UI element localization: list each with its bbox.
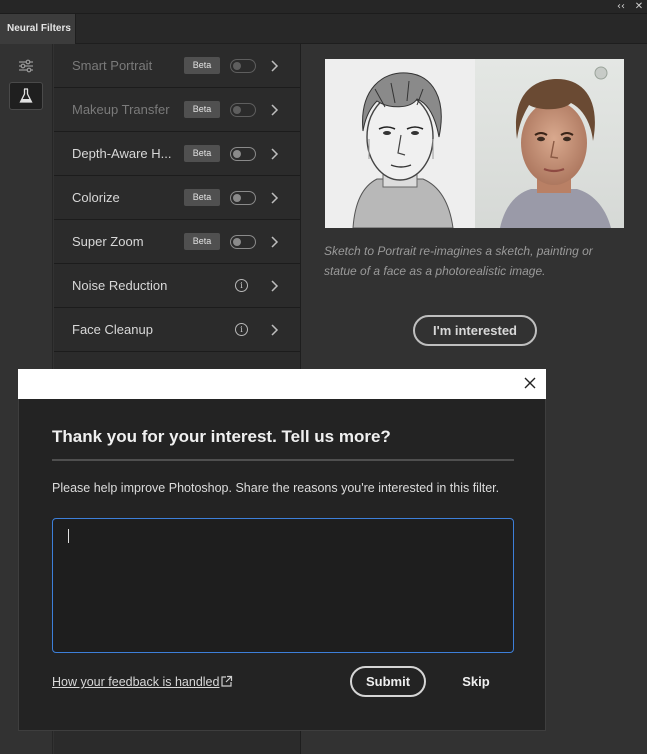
filter-toggle[interactable] <box>230 103 256 117</box>
chevron-right-icon[interactable] <box>266 234 282 250</box>
beta-badge: Beta <box>184 101 220 118</box>
im-interested-button[interactable]: I'm interested <box>413 315 537 346</box>
chevron-right-icon[interactable] <box>266 278 282 294</box>
filter-row-smart-portrait[interactable]: Smart Portrait Beta <box>54 44 300 88</box>
filter-row-super-zoom[interactable]: Super Zoom Beta <box>54 220 300 264</box>
filter-label: Makeup Transfer <box>72 102 170 117</box>
close-icon[interactable] <box>521 374 539 392</box>
filter-label: Super Zoom <box>72 234 144 249</box>
filter-label: Noise Reduction <box>72 278 168 293</box>
filter-row-noise-reduction[interactable]: Noise Reduction i <box>54 264 300 308</box>
filter-label: Colorize <box>72 190 120 205</box>
modal-header <box>18 369 546 399</box>
beta-badge: Beta <box>184 233 220 250</box>
neural-filters-window: ‹‹ ✕ Neural Filters Smart Portrait Beta … <box>0 0 647 754</box>
chevron-right-icon[interactable] <box>266 102 282 118</box>
filter-toggle[interactable] <box>230 235 256 249</box>
tab-neural-filters[interactable]: Neural Filters <box>0 14 76 44</box>
filter-toggle[interactable] <box>230 147 256 161</box>
skip-button[interactable]: Skip <box>449 666 503 697</box>
filter-toggle[interactable] <box>230 59 256 73</box>
filter-row-depth-aware-haze[interactable]: Depth-Aware H... Beta <box>54 132 300 176</box>
chevron-right-icon[interactable] <box>266 58 282 74</box>
tab-bar: Neural Filters <box>0 14 647 44</box>
beta-badge: Beta <box>184 145 220 162</box>
info-icon[interactable]: i <box>235 323 248 336</box>
filter-label: Depth-Aware H... <box>72 146 172 161</box>
flask-icon[interactable] <box>9 82 43 110</box>
sliders-icon[interactable] <box>9 52 43 80</box>
submit-button[interactable]: Submit <box>350 666 426 697</box>
filter-label: Smart Portrait <box>72 58 153 73</box>
feedback-policy-link[interactable]: How your feedback is handled <box>52 675 219 689</box>
panel-title-bar: ‹‹ ✕ <box>0 0 647 14</box>
collapse-panel-button[interactable]: ‹‹ <box>615 1 627 13</box>
feedback-dialog: Thank you for your interest. Tell us mor… <box>18 399 546 731</box>
dialog-subtitle: Please help improve Photoshop. Share the… <box>52 481 500 495</box>
filter-row-face-cleanup[interactable]: Face Cleanup i <box>54 308 300 352</box>
filter-description: Sketch to Portrait re-imagines a sketch,… <box>324 244 593 278</box>
chevron-right-icon[interactable] <box>266 190 282 206</box>
chevron-right-icon[interactable] <box>266 322 282 338</box>
chevron-right-icon[interactable] <box>266 146 282 162</box>
divider <box>52 459 514 461</box>
beta-badge: Beta <box>184 189 220 206</box>
info-icon[interactable]: i <box>235 279 248 292</box>
filter-preview-image <box>325 59 624 228</box>
beta-badge: Beta <box>184 57 220 74</box>
filter-row-makeup-transfer[interactable]: Makeup Transfer Beta <box>54 88 300 132</box>
feedback-textarea[interactable] <box>52 518 514 653</box>
external-link-icon[interactable] <box>220 675 233 688</box>
text-caret <box>68 529 69 543</box>
filter-toggle[interactable] <box>230 191 256 205</box>
filter-row-colorize[interactable]: Colorize Beta <box>54 176 300 220</box>
dialog-title: Thank you for your interest. Tell us mor… <box>52 427 391 446</box>
close-panel-button[interactable]: ✕ <box>633 1 645 13</box>
filter-label: Face Cleanup <box>72 322 153 337</box>
